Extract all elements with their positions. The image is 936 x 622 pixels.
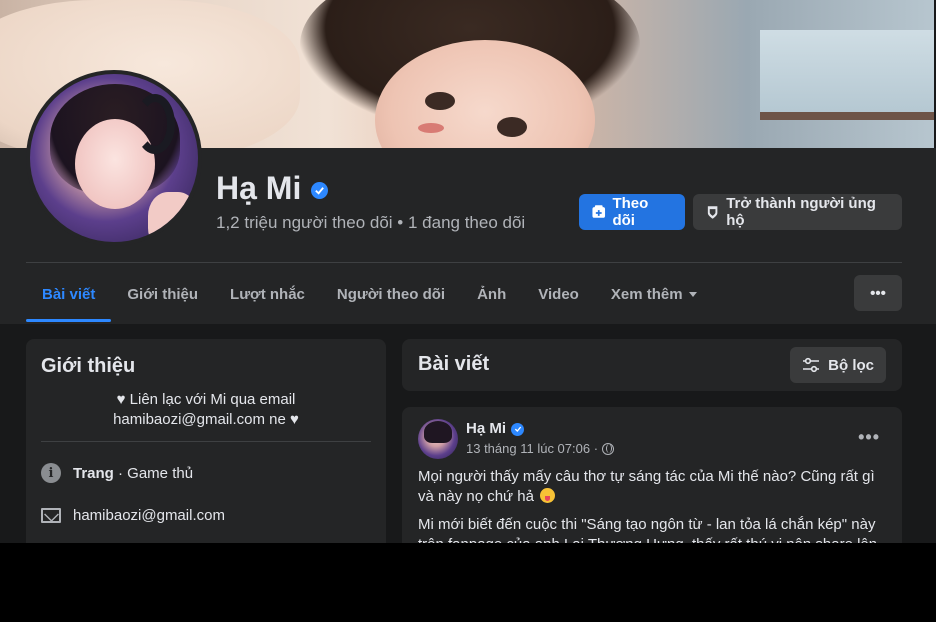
tab-followers[interactable]: Người theo dõi <box>321 268 461 320</box>
filter-button[interactable]: Bộ lọc <box>790 347 886 383</box>
post-options-button[interactable]: ••• <box>858 427 880 448</box>
post-author-avatar[interactable] <box>418 419 458 459</box>
profile-name: Hạ Mi <box>216 170 302 206</box>
profile-page: Hạ Mi 1,2 triệu người theo dõi • 1 đang … <box>0 0 936 543</box>
profile-tabs: Bài viết Giới thiệu Lượt nhắc Người theo… <box>26 268 713 322</box>
follow-button[interactable]: Theo dõi <box>579 194 685 230</box>
bio-line-1: ♥ Liên lạc với Mi qua email <box>116 391 296 408</box>
tab-videos[interactable]: Video <box>522 268 595 320</box>
tab-posts[interactable]: Bài viết <box>26 268 112 322</box>
profile-avatar[interactable] <box>26 70 202 246</box>
intro-card: Giới thiệu ♥ Liên lạc với Mi qua email h… <box>26 339 386 543</box>
post-text-paragraph-2: Mi mới biết đến cuộc thi "Sáng tạo ngôn … <box>418 516 877 543</box>
tab-photos[interactable]: Ảnh <box>461 268 522 320</box>
tab-mentions[interactable]: Lượt nhắc <box>214 268 321 320</box>
page-category-text: Trang · Game thủ <box>73 465 193 482</box>
posts-title: Bài viết <box>418 353 490 375</box>
intro-bio: ♥ Liên lạc với Mi qua email hamibaozi@gm… <box>41 390 371 430</box>
shield-icon <box>707 206 718 219</box>
tab-see-more-label: Xem thêm <box>610 285 683 303</box>
envelope-icon <box>41 508 61 523</box>
posts-header-card: Bài viết Bộ lọc <box>402 339 902 391</box>
more-dots-icon: ••• <box>870 284 886 302</box>
caret-down-icon <box>688 291 697 297</box>
follower-count[interactable]: 1,2 triệu người theo dõi • 1 đang theo d… <box>216 213 525 233</box>
header-divider <box>26 262 902 263</box>
become-supporter-button[interactable]: Trở thành người ủng hộ <box>693 194 902 230</box>
email-text[interactable]: hamibaozi@gmail.com <box>73 507 225 524</box>
post-timestamp[interactable]: 13 tháng 11 lúc 07:06 · <box>466 441 598 456</box>
tab-see-more[interactable]: Xem thêm <box>595 268 713 320</box>
post-author-row: Hạ Mi <box>466 420 525 437</box>
post-author-name[interactable]: Hạ Mi <box>466 420 506 437</box>
filter-label: Bộ lọc <box>828 356 874 374</box>
tab-about[interactable]: Giới thiệu <box>111 268 214 320</box>
follow-label: Theo dõi <box>612 195 649 229</box>
intro-divider <box>41 441 371 442</box>
bio-line-2: hamibaozi@gmail.com ne ♥ <box>113 411 299 428</box>
support-label: Trở thành người ủng hộ <box>726 195 876 229</box>
post-meta: 13 tháng 11 lúc 07:06 · <box>466 441 615 456</box>
post-card: Hạ Mi 13 tháng 11 lúc 07:06 · ••• Mọi ng… <box>402 407 902 543</box>
more-options-button[interactable]: ••• <box>854 275 902 311</box>
post-text-1: Mọi người thấy mấy câu thơ tự sáng tác c… <box>418 468 875 505</box>
post-text-paragraph-1: Mọi người thấy mấy câu thơ tự sáng tác c… <box>418 467 888 507</box>
verified-badge-icon <box>511 422 525 436</box>
info-icon: i <box>41 463 61 483</box>
intro-page-category: i Trang · Game thủ <box>41 463 193 483</box>
tongue-emoji-icon <box>540 488 556 503</box>
filter-sliders-icon <box>803 357 820 373</box>
page-category[interactable]: · Game thủ <box>114 465 193 482</box>
screen-bottom-area <box>0 543 936 622</box>
globe-icon <box>602 442 615 455</box>
intro-email: hamibaozi@gmail.com <box>41 507 225 524</box>
follow-icon <box>592 205 606 218</box>
verified-badge-icon <box>311 182 329 199</box>
page-label: Trang <box>73 464 114 482</box>
intro-title: Giới thiệu <box>41 355 136 377</box>
profile-name-row: Hạ Mi <box>216 170 329 207</box>
